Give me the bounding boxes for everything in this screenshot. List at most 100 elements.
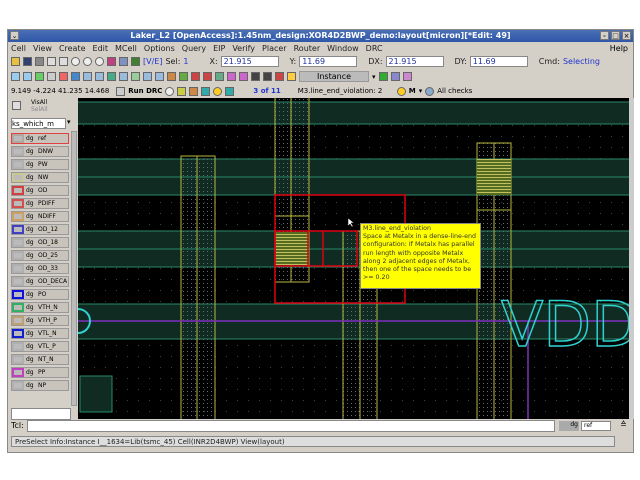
menu-window[interactable]: Window (327, 43, 359, 54)
net-icon[interactable] (402, 72, 412, 81)
chevron-down-icon[interactable]: ▾ (67, 118, 71, 126)
violation-select[interactable]: M3.line_end_violation: 2 (298, 87, 394, 95)
layer-row-od[interactable]: dg OD (11, 185, 69, 196)
menu-placer[interactable]: Placer (262, 43, 287, 54)
stretch-icon[interactable] (107, 72, 116, 81)
ruler-a-icon[interactable] (203, 72, 212, 81)
move-icon[interactable] (95, 72, 104, 81)
layer-swatch[interactable] (12, 225, 24, 234)
layer-swatch[interactable] (12, 199, 24, 208)
search-icon[interactable] (165, 86, 175, 96)
history-icon[interactable]: ≙ (620, 420, 627, 429)
ruler-b-icon[interactable] (215, 72, 224, 81)
checks-select[interactable]: All checks (437, 87, 537, 95)
x-field[interactable]: 21.915 (220, 56, 279, 67)
instance-select[interactable]: Instance (299, 71, 369, 82)
layer-row-od_deca[interactable]: dg OD_DECA (11, 276, 69, 287)
layer-icon[interactable] (107, 57, 116, 66)
layout-view[interactable]: VDD (78, 98, 629, 419)
chevron-down-icon[interactable]: ▾ (372, 73, 376, 81)
save-icon[interactable] (23, 57, 32, 66)
layer-row-nw[interactable]: dg NW (11, 172, 69, 183)
layer-row-pp[interactable]: dg PP (11, 367, 69, 378)
ruler-icon[interactable] (131, 57, 140, 66)
rect-icon[interactable] (11, 72, 20, 81)
layer-row-np[interactable]: dg NP (11, 380, 69, 391)
layer-row-pdiff[interactable]: dg PDIFF (11, 198, 69, 209)
menu-query[interactable]: Query (182, 43, 206, 54)
prev-arrow-icon[interactable] (201, 86, 211, 96)
layer-swatch[interactable] (12, 160, 24, 169)
dx-field[interactable]: 21.915 (385, 56, 444, 67)
maximize-icon[interactable]: □ (611, 31, 620, 40)
tcl-input[interactable] (27, 420, 555, 432)
menu-mcell[interactable]: MCell (115, 43, 137, 54)
menu-options[interactable]: Options (144, 43, 175, 54)
pen-icon[interactable] (227, 72, 236, 81)
layer-row-nt_n[interactable]: dg NT_N (11, 354, 69, 365)
layer-row-vth_p[interactable]: dg VTH_P (11, 315, 69, 326)
zoom-in-icon[interactable] (83, 57, 92, 66)
filter-icon[interactable] (177, 86, 187, 96)
menu-view[interactable]: View (33, 43, 52, 54)
run-drc-button[interactable]: Run DRC (128, 87, 162, 95)
layer-swatch[interactable] (12, 277, 24, 286)
menu-router[interactable]: Router (294, 43, 321, 54)
pin-icon[interactable] (167, 72, 176, 81)
layer-filter-select[interactable]: ks_which_m (11, 118, 66, 129)
layer-row-vth_n[interactable]: dg VTH_N (11, 302, 69, 313)
binoculars-red-icon[interactable] (275, 72, 284, 81)
layer-row-dnw[interactable]: dg DNW (11, 146, 69, 157)
measure-icon[interactable] (191, 72, 200, 81)
instance-icon[interactable] (71, 72, 80, 81)
layer-swatch[interactable] (12, 355, 24, 364)
probe-icon[interactable] (179, 72, 188, 81)
minimize-icon[interactable]: - (600, 31, 609, 40)
menu-cell[interactable]: Cell (11, 43, 26, 54)
path-icon[interactable] (35, 72, 44, 81)
layer-row-od_12[interactable]: dg OD_12 (11, 224, 69, 235)
close-icon[interactable]: × (622, 31, 631, 40)
layer-row-vtl_p[interactable]: dg VTL_P (11, 341, 69, 352)
polygon-icon[interactable] (23, 72, 32, 81)
layer-swatch[interactable] (12, 212, 24, 221)
layer-row-ref[interactable]: dg ref (11, 133, 69, 144)
layer-row-od_33[interactable]: dg OD_33 (11, 263, 69, 274)
layer-swatch[interactable] (12, 186, 24, 195)
binoculars-icon[interactable] (263, 72, 272, 81)
layer-swatch[interactable] (12, 264, 24, 273)
layer-swatch[interactable] (12, 251, 24, 260)
layer-row-po[interactable]: dg PO (11, 289, 69, 300)
layer-swatch[interactable] (12, 342, 24, 351)
layer-row-od_25[interactable]: dg OD_25 (11, 250, 69, 261)
cut-icon[interactable] (131, 72, 140, 81)
visall-checkbox[interactable] (12, 101, 21, 110)
copy-icon[interactable] (83, 72, 92, 81)
zoom-out-icon[interactable] (95, 57, 104, 66)
dy-field[interactable]: 11.69 (469, 56, 528, 67)
layer-search-input[interactable] (11, 408, 71, 420)
menu-edit[interactable]: Edit (93, 43, 109, 54)
rotate-icon[interactable] (155, 72, 164, 81)
layer-swatch[interactable] (12, 134, 24, 143)
next-arrow-icon[interactable] (225, 86, 235, 96)
flip-icon[interactable] (143, 72, 152, 81)
layer-swatch[interactable] (12, 329, 24, 338)
layer-swatch[interactable] (12, 381, 24, 390)
layer-swatch[interactable] (12, 173, 24, 182)
cell-icon[interactable] (390, 72, 400, 81)
brush-icon-2[interactable] (189, 86, 199, 96)
menu-help[interactable]: Help (610, 43, 628, 54)
menu-drc[interactable]: DRC (366, 43, 383, 54)
via-icon[interactable] (59, 72, 68, 81)
sun-icon[interactable] (213, 86, 223, 96)
undo-icon[interactable] (47, 57, 56, 66)
highlight-sun-icon[interactable] (396, 86, 406, 96)
menu-create[interactable]: Create (59, 43, 86, 54)
menu-eip[interactable]: EIP (213, 43, 225, 54)
run-icon[interactable] (116, 86, 126, 96)
canvas-scrollbar[interactable] (629, 98, 634, 419)
layer-swatch[interactable] (12, 368, 24, 377)
layer-row-ndiff[interactable]: dg NDIFF (11, 211, 69, 222)
layout-canvas[interactable]: VDD M3.line_end_violation Space at Metal… (78, 98, 629, 419)
